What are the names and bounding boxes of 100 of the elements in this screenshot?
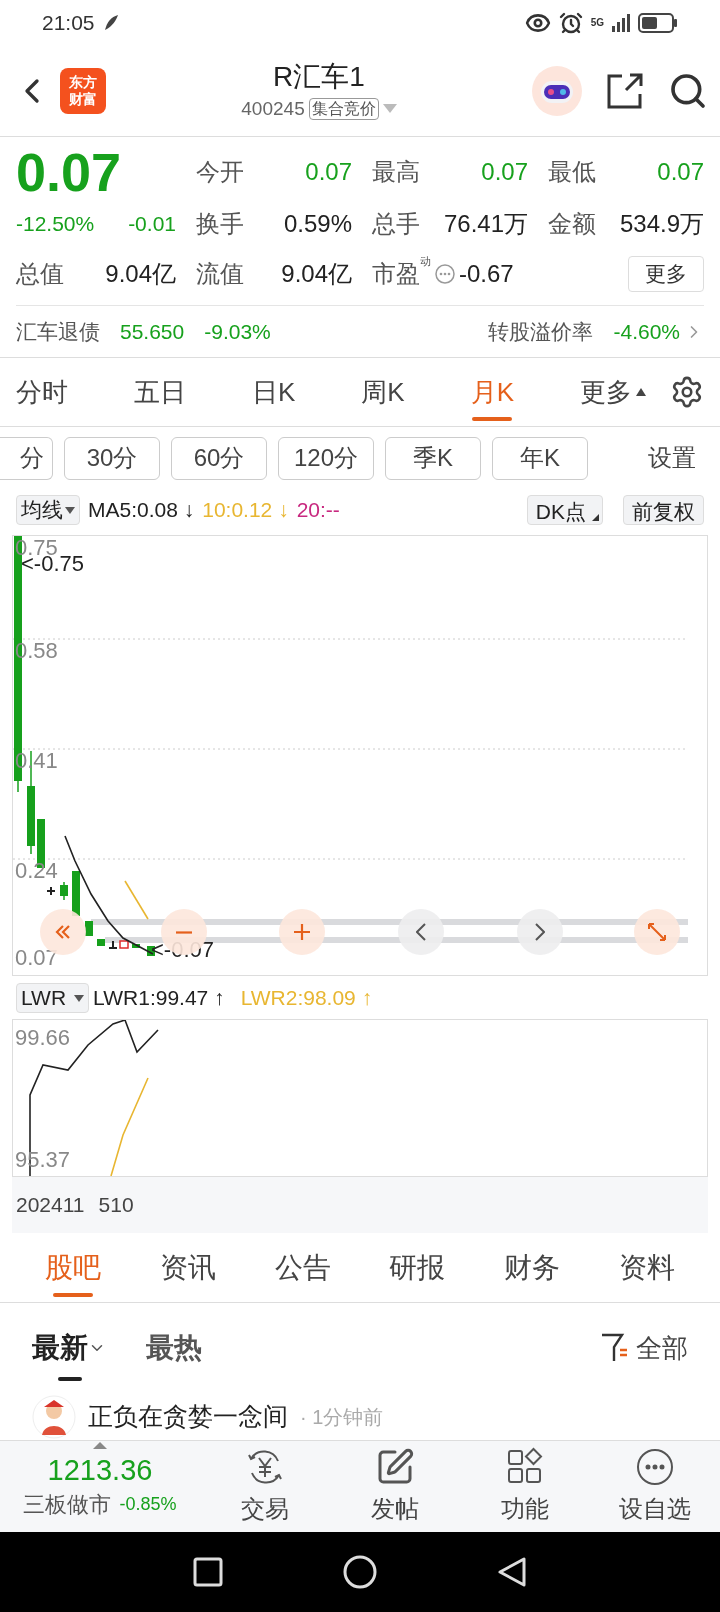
ma20-value: 20:-- — [296, 497, 340, 524]
caret-up-icon[interactable] — [93, 1442, 107, 1449]
status-tag: 集合竞价 — [308, 98, 379, 120]
interval-chip[interactable]: 分 — [0, 436, 53, 480]
stat-label: 总值 — [16, 259, 64, 289]
toolbar-button[interactable]: 发帖 — [330, 1446, 460, 1527]
stat-value: 9.04亿 — [105, 259, 176, 289]
tab-underline — [53, 1292, 94, 1297]
sort-tab[interactable]: 最热 — [146, 1313, 202, 1383]
caret-icon — [74, 994, 85, 1002]
bond-price: 55.650 — [120, 318, 185, 345]
toolbar-button[interactable]: 交易 — [200, 1446, 330, 1527]
ma5-value: MA5:0.08 ↓ — [88, 497, 195, 524]
post-author[interactable]: 正负在贪婪一念间 — [88, 1397, 288, 1436]
current-price: 0.07 — [16, 145, 123, 199]
stat-label: 金额 — [548, 209, 596, 239]
interval-chip[interactable]: 60分 — [171, 436, 267, 480]
app-logo: 东方 财富 — [60, 68, 106, 114]
user-avatar[interactable] — [32, 1394, 76, 1439]
content-tab[interactable]: 资讯 — [160, 1232, 216, 1303]
period-tab[interactable]: 五日 — [134, 357, 186, 427]
clock-time: 21:05 — [42, 10, 95, 37]
interval-chip[interactable]: 年K — [492, 436, 588, 480]
candle — [132, 943, 140, 949]
chevron-right-icon — [535, 923, 545, 941]
content-tab[interactable]: 资料 — [618, 1232, 675, 1303]
ma10-value: 10:0.12 ↓ — [202, 497, 289, 524]
index-name: 三板做市 — [23, 1491, 112, 1519]
period-tab[interactable]: 周K — [361, 357, 405, 427]
interval-chip[interactable]: 季K — [385, 436, 481, 480]
date-label: 510 — [98, 1192, 134, 1218]
dk-button[interactable]: DK点 — [526, 495, 603, 525]
more-button[interactable]: 更多 — [628, 256, 704, 292]
stat-label: 最低 — [548, 157, 596, 187]
chevron-left-icon — [416, 923, 426, 941]
signal-icon — [612, 14, 630, 32]
toolbar-button[interactable]: 设自选 — [590, 1446, 720, 1527]
index-value: 1213.36 — [47, 1453, 153, 1488]
interval-chip[interactable]: 30分 — [64, 436, 160, 480]
chevron-left-button[interactable] — [398, 909, 444, 955]
candle — [97, 938, 105, 947]
settings-link[interactable]: 设置 — [648, 440, 696, 476]
content-tab[interactable]: 公告 — [274, 1232, 331, 1303]
info-icon[interactable] — [435, 264, 455, 284]
chevron-right-button[interactable] — [517, 909, 563, 955]
period-tab[interactable]: 更多 — [579, 357, 646, 427]
plus-button[interactable] — [279, 909, 325, 955]
stat-value: 0.07 — [305, 157, 352, 187]
filter-button[interactable]: 全部 — [600, 1328, 688, 1368]
period-tab[interactable]: 分时 — [16, 357, 68, 427]
content-tab[interactable]: 财务 — [503, 1232, 560, 1303]
stock-title: R汇车1 — [273, 59, 365, 94]
toolbar-button[interactable]: 功能 — [460, 1446, 590, 1527]
network-label: 5G — [590, 18, 604, 28]
content-tab[interactable]: 研报 — [389, 1232, 446, 1303]
caret-up-icon — [635, 388, 646, 396]
premium-label: 转股溢价率 — [488, 318, 594, 345]
candle — [119, 940, 129, 949]
axis-label: 0.07 — [15, 946, 58, 970]
axis-label: 0.24 — [15, 859, 58, 883]
stat-label: 换手 — [196, 209, 244, 239]
doji-candle — [46, 886, 56, 896]
stat-value: 0.07 — [481, 157, 528, 187]
tab-underline — [58, 1377, 82, 1381]
stock-code: 400245 — [241, 96, 305, 121]
sort-tab[interactable]: 最新 — [32, 1313, 106, 1383]
search-icon[interactable] — [668, 71, 708, 111]
adjust-button[interactable]: 前复权 — [623, 495, 704, 525]
candle — [60, 881, 68, 901]
tab-underline — [472, 417, 513, 421]
minus-icon — [175, 930, 193, 934]
stat-label: 最高 — [372, 157, 420, 187]
stat-value: 0.07 — [657, 157, 704, 187]
home-icon[interactable] — [343, 1555, 377, 1589]
more-circle-icon — [635, 1446, 675, 1487]
bond-name: 汇车退债 — [16, 318, 100, 345]
stat-label: 市盈 — [372, 260, 420, 289]
post-time: · 1分钟前 — [300, 1404, 384, 1430]
interval-chip[interactable]: 120分 — [278, 436, 374, 480]
recent-apps-icon[interactable] — [193, 1557, 223, 1587]
index-change: -0.85% — [119, 1493, 177, 1516]
period-tab[interactable]: 日K — [251, 357, 296, 427]
back-nav-icon[interactable] — [497, 1556, 527, 1588]
stat-value: 76.41万 — [443, 209, 528, 239]
filter-icon — [600, 1333, 628, 1363]
axis-label: 99.66 — [15, 1026, 71, 1050]
share-icon[interactable] — [606, 72, 644, 110]
indicator-selector[interactable]: LWR — [16, 983, 90, 1013]
expand-button[interactable] — [634, 909, 680, 955]
settings-icon[interactable] — [670, 375, 704, 409]
lwr1-value: LWR1:99.47 ↑ — [93, 985, 225, 1012]
ma10-line — [124, 880, 149, 920]
ma-selector[interactable]: 均线 — [16, 495, 80, 525]
robot-avatar-icon[interactable] — [532, 66, 582, 116]
stat-value: -0.67 — [459, 259, 514, 289]
stat-value: 9.04亿 — [281, 259, 352, 289]
stat-label: 总手 — [372, 209, 420, 239]
stat-superscript: 动 — [420, 254, 431, 267]
doji-candle — [108, 940, 118, 949]
change-percent: -12.50% — [16, 211, 95, 238]
